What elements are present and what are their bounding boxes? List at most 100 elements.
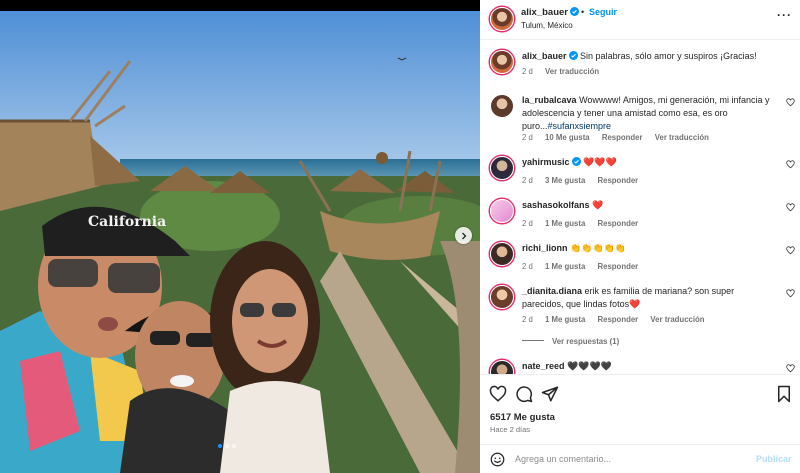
comment-item: la_rubalcava Wowwww! Amigos, mi generaci… xyxy=(480,94,800,154)
commenter-avatar[interactable] xyxy=(490,360,514,374)
comment-text: nate_reed 🖤🖤🖤🖤 xyxy=(522,360,777,373)
reply-button[interactable]: Responder xyxy=(597,262,638,271)
comment-bubble-icon[interactable] xyxy=(515,385,533,403)
like-heart-icon[interactable] xyxy=(489,385,507,403)
author-avatar[interactable] xyxy=(490,50,514,74)
caption-item: alix_bauer Sin palabras, sólo amor y sus… xyxy=(480,50,800,92)
more-options-icon[interactable]: ··· xyxy=(777,8,792,22)
see-translation-link[interactable]: Ver traducción xyxy=(650,315,704,324)
reply-button[interactable]: Responder xyxy=(597,219,638,228)
comment-time: 2 d xyxy=(522,262,533,271)
post-header: alix_bauer • Seguir Tulum, México ··· xyxy=(480,0,800,40)
selfie-photo[interactable]: California xyxy=(0,11,480,473)
comment-item: richi_lionn 👏👏👏👏👏 2 d 1 Me gusta Respond… xyxy=(480,242,800,276)
post-time: Hace 2 días xyxy=(490,425,531,434)
caption-body: Sin palabras, sólo amor y suspiros ¡Grac… xyxy=(580,51,757,61)
comment-meta: 2 d 10 Me gusta Responder Ver traducción xyxy=(522,133,719,142)
see-translation-link[interactable]: Ver traducción xyxy=(655,133,709,142)
comment-text: yahirmusic ❤️❤️❤️ xyxy=(522,156,777,169)
comment-likes[interactable]: 10 Me gusta xyxy=(545,133,590,142)
comment-time: 2 d xyxy=(522,176,533,185)
comment-username[interactable]: nate_reed xyxy=(522,361,565,371)
caption-meta: 2 d Ver traducción xyxy=(522,67,609,76)
comment-text: richi_lionn 👏👏👏👏👏 xyxy=(522,242,777,255)
post-side-panel: alix_bauer • Seguir Tulum, México ··· al… xyxy=(480,0,800,473)
like-comment-heart-icon[interactable] xyxy=(786,160,795,169)
replies-divider xyxy=(522,340,544,341)
comment-username[interactable]: la_rubalcava xyxy=(522,95,577,105)
comment-username[interactable]: _dianita.diana xyxy=(522,286,582,296)
save-bookmark-icon[interactable] xyxy=(776,385,792,403)
comment-item: nate_reed 🖤🖤🖤🖤 xyxy=(480,360,800,374)
view-replies-button[interactable]: Ver respuestas (1) xyxy=(522,337,619,346)
carousel-next-button[interactable] xyxy=(455,227,472,244)
emoji-smiley-icon[interactable] xyxy=(490,452,505,467)
comment-body: ❤️❤️❤️ xyxy=(583,157,617,167)
commenter-avatar[interactable] xyxy=(490,285,514,309)
like-comment-heart-icon[interactable] xyxy=(786,289,795,298)
comment-likes[interactable]: 1 Me gusta xyxy=(545,262,585,271)
comment-text: la_rubalcava Wowwww! Amigos, mi generaci… xyxy=(522,94,777,133)
comment-time: 2 d xyxy=(522,315,533,324)
chevron-right-icon xyxy=(461,232,466,239)
comment-username[interactable]: richi_lionn xyxy=(522,243,568,253)
svg-text:California: California xyxy=(88,214,166,230)
header-separator: • xyxy=(581,7,585,17)
reply-button[interactable]: Responder xyxy=(602,133,643,142)
comment-body: ❤️ xyxy=(592,200,604,210)
comments-list[interactable]: alix_bauer Sin palabras, sólo amor y sus… xyxy=(480,41,800,374)
comment-text: _dianita.diana erik es familia de marian… xyxy=(522,285,777,311)
comment-meta: 2 d 1 Me gusta Responder xyxy=(522,262,648,271)
comment-likes[interactable]: 3 Me gusta xyxy=(545,176,585,185)
like-comment-heart-icon[interactable] xyxy=(786,246,795,255)
author-avatar[interactable] xyxy=(490,7,514,31)
reply-button[interactable]: Responder xyxy=(597,315,638,324)
comment-time: 2 d xyxy=(522,219,533,228)
carousel-dot xyxy=(232,444,236,448)
caption-text: alix_bauer Sin palabras, sólo amor y sus… xyxy=(522,50,777,63)
comment-body: 👏👏👏👏👏 xyxy=(570,243,627,253)
caption-username[interactable]: alix_bauer xyxy=(522,51,567,61)
publish-button[interactable]: Publicar xyxy=(756,454,792,464)
likes-count[interactable]: 6517 Me gusta xyxy=(490,412,555,423)
comment-username[interactable]: sashasokolfans xyxy=(522,200,590,210)
post-actions: 6517 Me gusta Hace 2 días xyxy=(480,374,800,437)
follow-button[interactable]: Seguir xyxy=(589,7,617,17)
comment-username[interactable]: yahirmusic xyxy=(522,157,570,167)
comment-text: sashasokolfans ❤️ xyxy=(522,199,777,212)
share-paper-plane-icon[interactable] xyxy=(541,385,559,403)
comment-item: yahirmusic ❤️❤️❤️ 2 d 3 Me gusta Respond… xyxy=(480,156,800,190)
commenter-avatar[interactable] xyxy=(490,156,514,180)
photo-top-bar xyxy=(0,0,480,11)
post-photo-area: California xyxy=(0,0,480,473)
carousel-dot xyxy=(218,444,222,448)
carousel-indicator xyxy=(218,444,236,448)
add-comment-bar: Publicar xyxy=(480,444,800,473)
comment-meta: 2 d 3 Me gusta Responder xyxy=(522,176,648,185)
comment-meta: 2 d 1 Me gusta Responder Ver traducción xyxy=(522,315,715,324)
like-comment-heart-icon[interactable] xyxy=(786,203,795,212)
post-location[interactable]: Tulum, México xyxy=(521,21,573,30)
verified-badge-icon xyxy=(570,7,579,16)
see-translation-link[interactable]: Ver traducción xyxy=(545,67,599,76)
reply-button[interactable]: Responder xyxy=(597,176,638,185)
commenter-avatar[interactable] xyxy=(490,199,514,223)
comment-likes[interactable]: 1 Me gusta xyxy=(545,219,585,228)
comment-item: sashasokolfans ❤️ 2 d 1 Me gusta Respond… xyxy=(480,199,800,233)
like-comment-heart-icon[interactable] xyxy=(786,98,795,107)
comment-likes[interactable]: 1 Me gusta xyxy=(545,315,585,324)
comment-time: 2 d xyxy=(522,67,533,76)
author-username[interactable]: alix_bauer xyxy=(521,7,579,18)
comment-meta: 2 d 1 Me gusta Responder xyxy=(522,219,648,228)
hashtag-link[interactable]: #sufanxsiempre xyxy=(548,121,612,131)
comment-body: 🖤🖤🖤🖤 xyxy=(567,361,612,371)
commenter-avatar[interactable] xyxy=(490,94,514,118)
comment-time: 2 d xyxy=(522,133,533,142)
carousel-dot xyxy=(225,444,229,448)
post-viewer: California alix_bauer • Seguir Tulum, Mé… xyxy=(0,0,800,473)
like-comment-heart-icon[interactable] xyxy=(786,364,795,373)
commenter-avatar[interactable] xyxy=(490,242,514,266)
verified-badge-icon xyxy=(571,157,581,166)
comment-input[interactable] xyxy=(515,452,745,466)
verified-badge-icon xyxy=(568,51,578,60)
